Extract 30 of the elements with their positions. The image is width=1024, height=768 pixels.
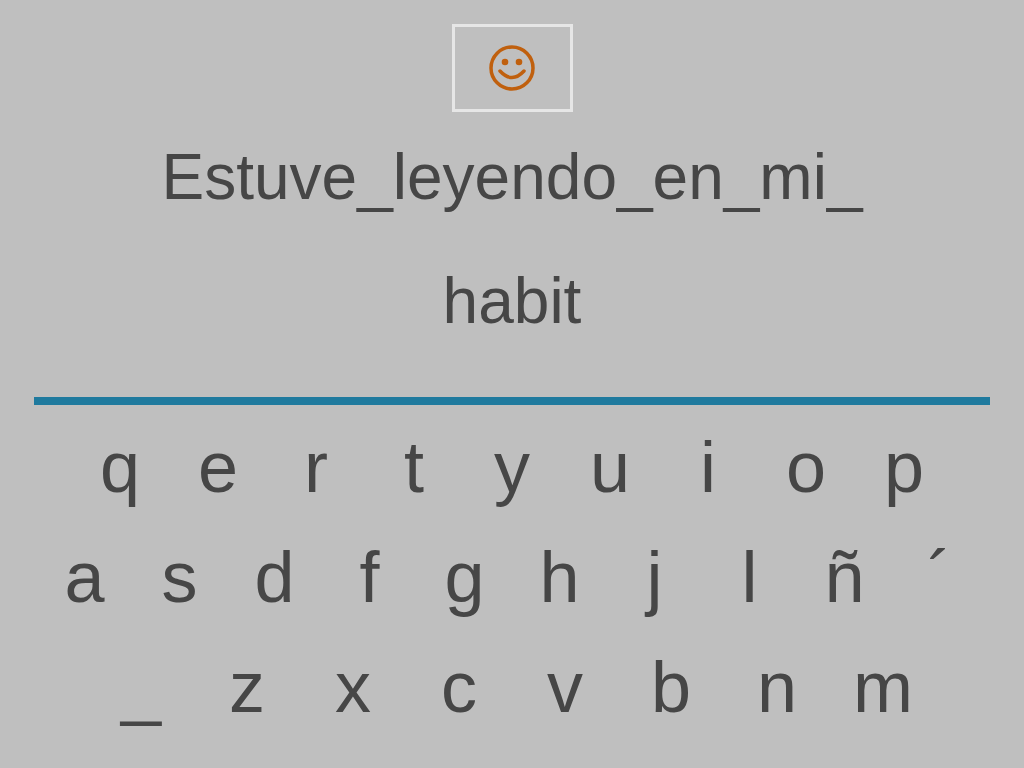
letter-key[interactable]: g [417, 537, 512, 617]
letter-key[interactable]: o [757, 427, 855, 507]
letter-key[interactable]: i [659, 427, 757, 507]
letter-key[interactable]: n [724, 647, 830, 727]
letter-key[interactable]: x [300, 647, 406, 727]
letter-key[interactable]: ñ [797, 537, 892, 617]
smiley-icon [488, 44, 536, 92]
letter-key[interactable]: _ [88, 647, 194, 727]
sentence-text: habit [442, 264, 582, 338]
letter-key[interactable]: b [618, 647, 724, 727]
letter-key[interactable]: f [322, 537, 417, 617]
letter-key[interactable]: s [132, 537, 227, 617]
sentence-text: Estuve_leyendo_en_mi_ [161, 140, 863, 214]
letter-key[interactable]: h [512, 537, 607, 617]
letter-key[interactable]: a [37, 537, 132, 617]
letter-key[interactable]: q [71, 427, 169, 507]
letter-key[interactable]: d [227, 537, 322, 617]
letter-key[interactable]: z [194, 647, 300, 727]
letter-key[interactable]: ´ [892, 537, 987, 617]
letter-key[interactable]: j [607, 537, 702, 617]
letter-key[interactable]: t [365, 427, 463, 507]
letter-key[interactable]: m [830, 647, 936, 727]
letter-key[interactable]: e [169, 427, 267, 507]
letter-key[interactable]: r [267, 427, 365, 507]
letter-key[interactable]: u [561, 427, 659, 507]
letter-key[interactable]: p [855, 427, 953, 507]
letter-key[interactable]: l [702, 537, 797, 617]
letter-key[interactable]: v [512, 647, 618, 727]
letter-key[interactable]: c [406, 647, 512, 727]
letter-key[interactable]: y [463, 427, 561, 507]
